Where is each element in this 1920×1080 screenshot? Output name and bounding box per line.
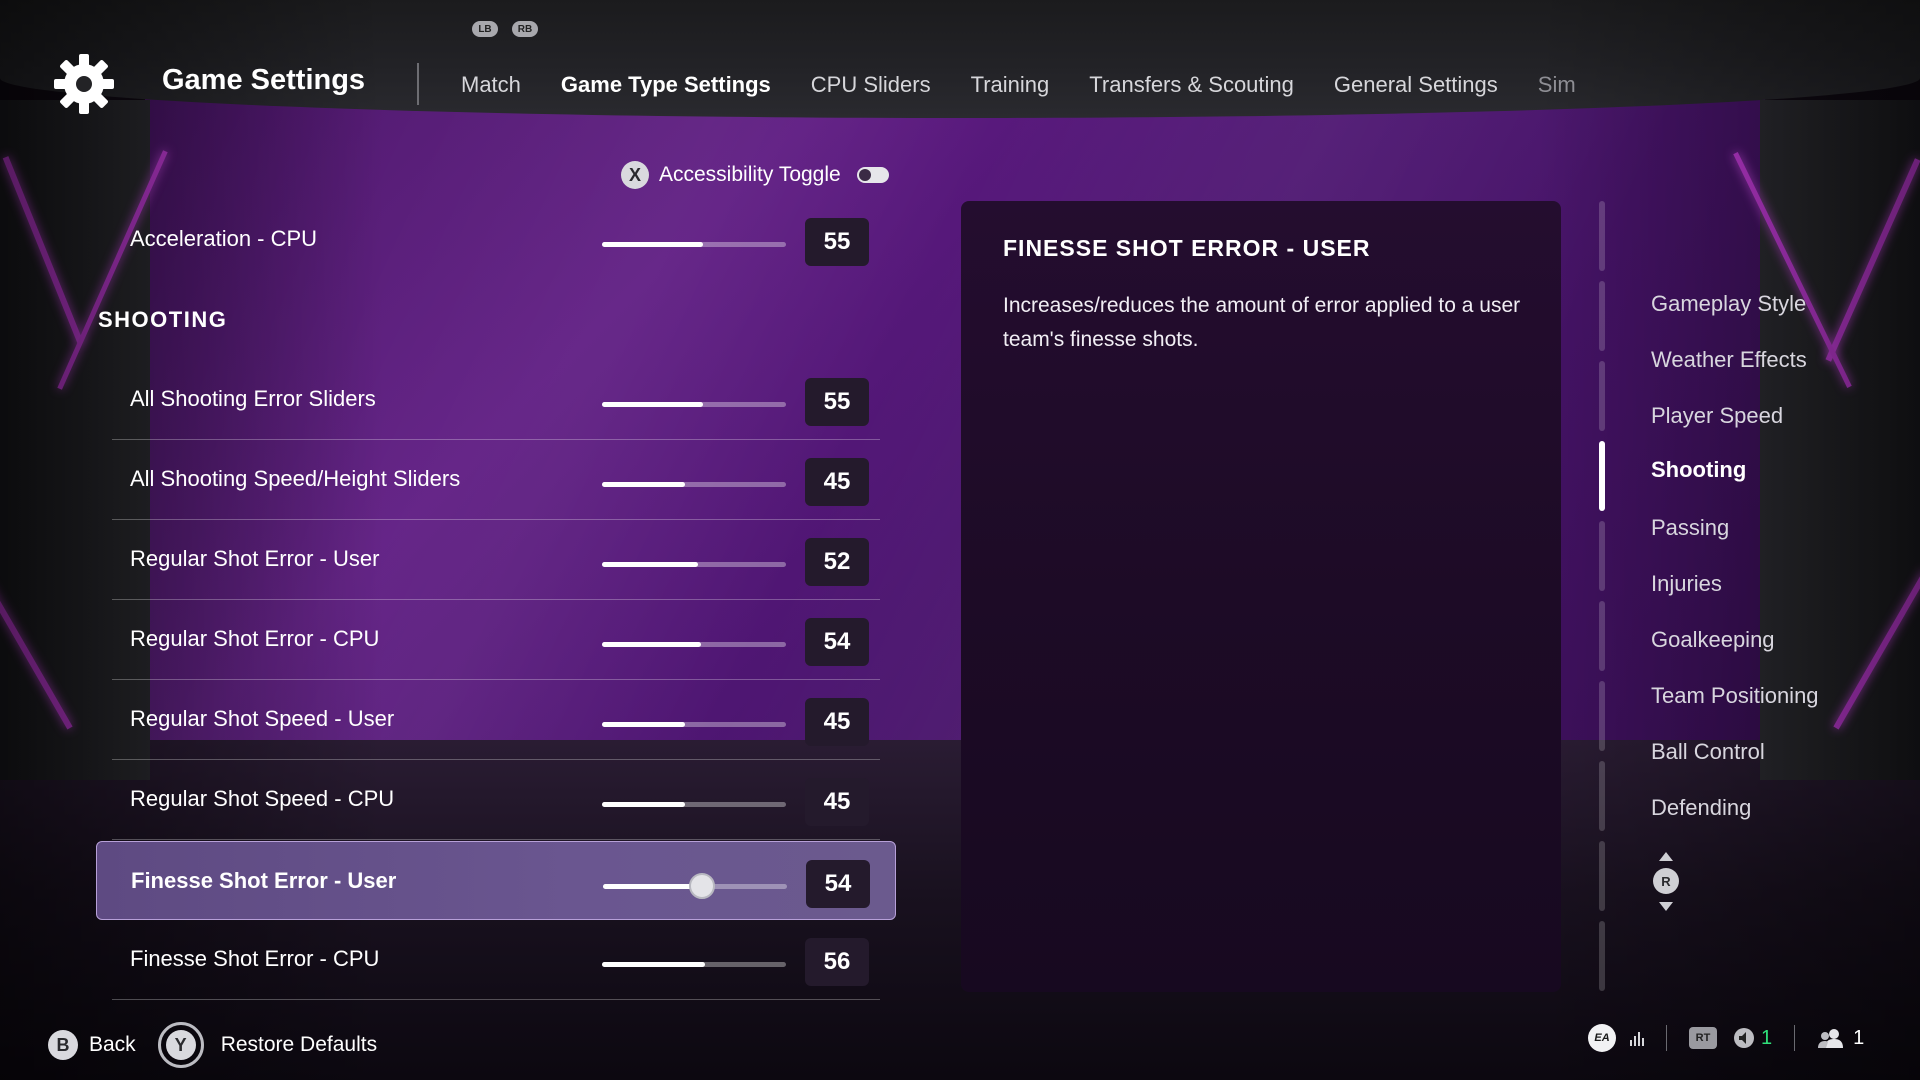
setting-slider[interactable] — [602, 242, 786, 247]
tab-transfers-scouting[interactable]: Transfers & Scouting — [1089, 72, 1294, 98]
setting-value: 54 — [805, 618, 869, 666]
setting-value: 55 — [805, 378, 869, 426]
setting-label: All Shooting Speed/Height Sliders — [130, 466, 461, 491]
description-title: FINESSE SHOT ERROR - USER — [1003, 235, 1371, 261]
setting-value: 45 — [805, 458, 869, 506]
setting-slider[interactable] — [602, 962, 786, 967]
voice-count: 1 — [1761, 1026, 1773, 1049]
setting-value: 45 — [805, 778, 869, 826]
setting-value: 54 — [806, 860, 870, 908]
setting-row[interactable]: Regular Shot Speed - CPU 45 — [112, 760, 880, 840]
slider-knob[interactable] — [689, 873, 716, 899]
status-bar: EA RT 1 1 — [1588, 1024, 1864, 1052]
rt-trigger-icon: RT — [1689, 1027, 1717, 1049]
speaker-icon — [1734, 1028, 1754, 1048]
arrow-up-icon — [1659, 852, 1673, 861]
setting-row[interactable]: All Shooting Speed/Height Sliders 45 — [112, 440, 880, 520]
category-shooting[interactable]: Shooting — [1651, 457, 1746, 483]
description-text: Increases/reduces the amount of error ap… — [1003, 294, 1521, 351]
setting-value: 55 — [805, 218, 869, 266]
back-button[interactable]: Back — [89, 1033, 136, 1057]
category-goalkeeping[interactable]: Goalkeeping — [1651, 627, 1775, 653]
slider-fill — [602, 242, 704, 247]
setting-slider[interactable] — [602, 402, 786, 407]
setting-label: Regular Shot Speed - CPU — [130, 786, 395, 811]
setting-label: Finesse Shot Error - CPU — [130, 946, 380, 971]
setting-row[interactable]: Finesse Shot Error - CPU 56 — [112, 920, 880, 1000]
ea-logo-icon: EA — [1588, 1024, 1616, 1052]
right-stick-scroll-hint: R — [1651, 852, 1681, 912]
setting-label: Regular Shot Error - User — [130, 546, 380, 571]
setting-slider[interactable] — [602, 642, 786, 647]
category-injuries[interactable]: Injuries — [1651, 571, 1722, 597]
setting-label: All Shooting Error Sliders — [130, 386, 376, 411]
category-passing[interactable]: Passing — [1651, 515, 1729, 541]
slider-fill — [602, 562, 698, 567]
slider-fill — [602, 722, 685, 727]
footer-actions: B Back Y Restore Defaults — [48, 1022, 377, 1068]
arrow-down-icon — [1659, 902, 1673, 911]
setting-label: Regular Shot Speed - User — [130, 706, 395, 731]
slider-fill — [602, 802, 685, 807]
settings-list: Acceleration - CPU 55 SHOOTING All Shoot… — [96, 0, 896, 1080]
tab-training[interactable]: Training — [971, 72, 1050, 98]
setting-row-acceleration-cpu[interactable]: Acceleration - CPU 55 — [112, 200, 880, 280]
slider-fill — [602, 482, 685, 487]
setting-value: 45 — [805, 698, 869, 746]
category-defending[interactable]: Defending — [1651, 795, 1751, 821]
slider-fill — [602, 642, 702, 647]
tab-general-settings[interactable]: General Settings — [1334, 72, 1498, 98]
setting-label: Acceleration - CPU — [130, 226, 318, 251]
category-ball-control[interactable]: Ball Control — [1651, 739, 1765, 765]
tab-sim[interactable]: Sim — [1538, 72, 1576, 98]
category-gameplay-style[interactable]: Gameplay Style — [1651, 291, 1806, 317]
party-icon — [1818, 1029, 1844, 1048]
setting-label: Regular Shot Error - CPU — [130, 626, 380, 651]
y-button-icon: Y — [157, 1022, 204, 1068]
party-count: 1 — [1853, 1026, 1865, 1049]
category-player-speed[interactable]: Player Speed — [1651, 403, 1783, 429]
setting-slider[interactable] — [602, 482, 786, 487]
slider-fill — [603, 884, 703, 889]
setting-value: 56 — [805, 938, 869, 986]
r-stick-icon: R — [1653, 868, 1679, 894]
b-button-icon: B — [48, 1030, 78, 1060]
setting-slider[interactable] — [603, 873, 787, 899]
scrollbar-thumb[interactable] — [1599, 441, 1605, 511]
category-scrollbar[interactable] — [1599, 201, 1605, 992]
description-panel: FINESSE SHOT ERROR - USER Increases/redu… — [961, 201, 1561, 992]
setting-row[interactable]: Regular Shot Speed - User 45 — [112, 680, 880, 760]
signal-bars-icon — [1630, 1030, 1644, 1046]
setting-slider[interactable] — [602, 722, 786, 727]
setting-row-selected[interactable]: Finesse Shot Error - User 54 — [96, 841, 896, 920]
setting-row[interactable]: Regular Shot Error - User 52 — [112, 520, 880, 600]
setting-slider[interactable] — [602, 802, 786, 807]
setting-row[interactable]: Regular Shot Error - CPU 54 — [112, 600, 880, 680]
setting-label: Finesse Shot Error - User — [131, 868, 397, 893]
setting-row[interactable]: All Shooting Error Sliders 55 — [112, 360, 880, 440]
section-title-shooting: SHOOTING — [98, 307, 228, 332]
category-weather-effects[interactable]: Weather Effects — [1651, 347, 1807, 373]
slider-fill — [602, 402, 704, 407]
setting-value: 52 — [805, 538, 869, 586]
restore-defaults-button[interactable]: Restore Defaults — [221, 1033, 377, 1057]
setting-slider[interactable] — [602, 562, 786, 567]
category-team-positioning[interactable]: Team Positioning — [1651, 683, 1819, 709]
slider-fill — [602, 962, 706, 967]
